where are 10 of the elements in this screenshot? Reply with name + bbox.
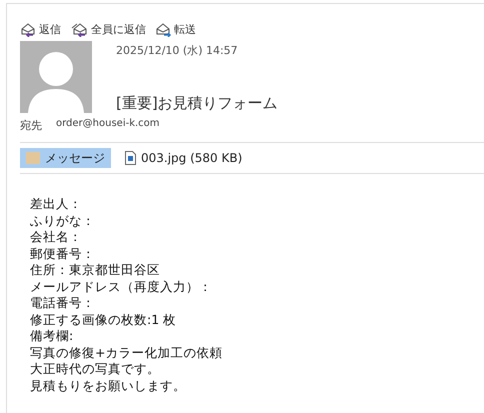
email-subject: [重要]お見積りフォーム (116, 94, 278, 113)
sent-date: 2025/12/10 (水) 14:57 (116, 43, 239, 58)
forward-button[interactable]: 転送 (156, 22, 196, 37)
attachment-tab[interactable]: 003.jpg (580 KB) (119, 148, 248, 168)
message-tab[interactable]: メッセージ (20, 148, 111, 168)
reply-all-button[interactable]: 全員に返信 (71, 22, 146, 37)
reply-button[interactable]: 返信 (21, 22, 61, 37)
recipient-label: 宛先 (20, 118, 42, 133)
recipient-address: order@housei-k.com (56, 118, 160, 131)
email-body: 差出人： ふりがな： 会社名： 郵便番号： 住所：東京都世田谷区 メールアドレス（再度入力）： 電話番号： 修正する画像の枚数:1 枚 備考欄: 写真の修復+カラー化加工の依頼 大正時代の写真です。 見積もりをお願いします。 (29, 195, 224, 394)
